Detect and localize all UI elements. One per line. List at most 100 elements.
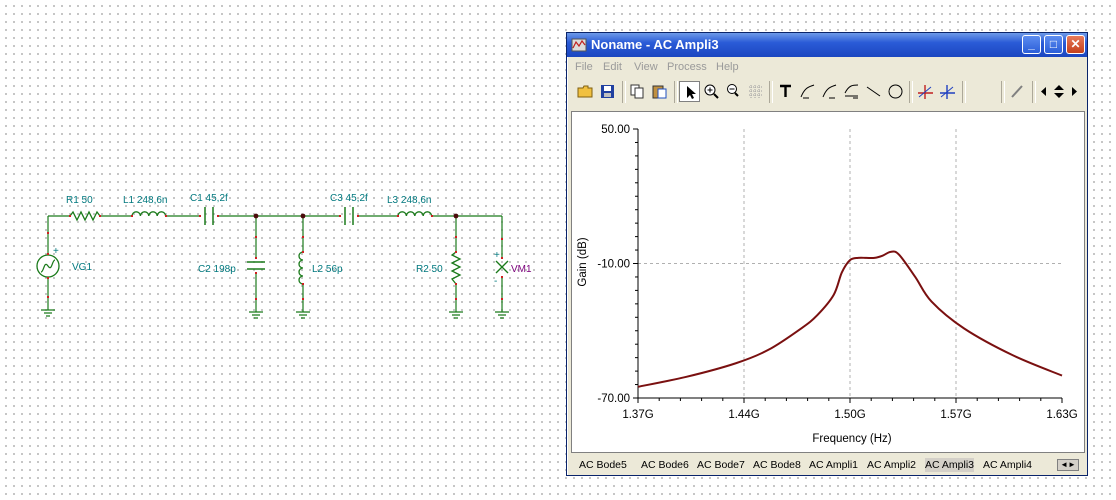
capacitor-c3 xyxy=(344,207,354,225)
menu-help[interactable]: Help xyxy=(716,61,739,73)
y-tick-label: -10.00 xyxy=(597,259,630,271)
tab-ac-bode5[interactable]: AC Bode5 xyxy=(579,458,627,472)
tab-ac-ampli1[interactable]: AC Ampli1 xyxy=(809,458,858,472)
resistor-r1 xyxy=(69,210,101,222)
circuit-schematic[interactable]: R1 50 L1 248,6n C1 45,2f C3 45,2f L3 248… xyxy=(0,0,560,500)
minimize-button[interactable]: _ xyxy=(1022,35,1041,54)
inductor-l2 xyxy=(298,251,304,285)
x-tick-label: 1.37G xyxy=(622,409,653,421)
line-tool-button[interactable] xyxy=(863,81,884,102)
y-tick-label: 50.00 xyxy=(601,124,630,136)
close-icon: ✕ xyxy=(1070,37,1081,51)
x-tick-label: 1.50G xyxy=(834,409,865,421)
label-vm1: VM1 xyxy=(511,264,532,275)
analysis-window: Noname - AC Ampli3 _ □ ✕ File Edit View … xyxy=(566,32,1088,476)
curve-tool-1-icon xyxy=(800,84,815,99)
capacitor-c1 xyxy=(204,207,214,225)
title-bar[interactable]: Noname - AC Ampli3 _ □ ✕ xyxy=(567,33,1087,57)
menu-bar: File Edit View Process Help xyxy=(567,57,1087,77)
copy-button[interactable] xyxy=(627,81,648,102)
curve-tool-1-button[interactable] xyxy=(797,81,818,102)
line-tool-icon xyxy=(866,86,881,97)
label-l2: L2 56p xyxy=(312,264,343,275)
curve-tool-3-icon xyxy=(844,84,859,99)
x-tick-label: 1.44G xyxy=(728,409,759,421)
open-button[interactable] xyxy=(575,81,596,102)
label-r2: R2 50 xyxy=(416,264,443,275)
x-tick-label: 1.63G xyxy=(1046,409,1077,421)
cursor-b-button[interactable] xyxy=(937,81,958,102)
zoom-100-icon xyxy=(727,84,739,97)
grid-button[interactable] xyxy=(745,81,766,102)
open-folder-icon xyxy=(577,85,593,98)
bode-plot[interactable]: -70.00 -10.00 50.00 1.37G 1.44G 1.50G 1.57G 1.6… xyxy=(571,111,1085,453)
pencil-button[interactable] xyxy=(1007,81,1028,102)
tab-ac-ampli3[interactable]: AC Ampli3 xyxy=(925,458,975,472)
chart-ticks: -70.00 -10.00 50.00 1.37G 1.44G 1.50G 1.57G 1.6… xyxy=(597,124,1077,421)
label-l3: L3 248,6n xyxy=(387,195,432,206)
tab-scroll-button[interactable]: ◄► xyxy=(1057,459,1079,471)
tab-scroll-icon: ◄► xyxy=(1060,460,1076,469)
minimize-icon: _ xyxy=(1028,37,1035,51)
label-plus-vm1: + xyxy=(494,250,500,261)
x-tick-label: 1.57G xyxy=(940,409,971,421)
toolbar xyxy=(571,79,1083,107)
curve-tool-2-button[interactable] xyxy=(819,81,840,102)
y-tick-label: -70.00 xyxy=(597,393,630,405)
menu-process[interactable]: Process xyxy=(667,61,707,73)
label-c3: C3 45,2f xyxy=(330,193,368,204)
nav-arrows-button[interactable] xyxy=(1037,81,1081,102)
tab-ac-ampli2[interactable]: AC Ampli2 xyxy=(867,458,916,472)
ground-symbols xyxy=(41,309,509,319)
label-plus-vg1: + xyxy=(53,246,59,257)
save-icon xyxy=(601,85,614,98)
maximize-button[interactable]: □ xyxy=(1044,35,1063,54)
circle-tool-icon xyxy=(888,84,903,99)
voltmeter-vm1 xyxy=(495,260,509,274)
pointer-icon xyxy=(687,86,696,99)
chart-series xyxy=(637,250,1063,388)
circle-tool-button[interactable] xyxy=(885,81,906,102)
close-button[interactable]: ✕ xyxy=(1066,35,1085,54)
pin-marks xyxy=(47,215,503,300)
paste-icon xyxy=(652,85,667,99)
tab-ac-bode6[interactable]: AC Bode6 xyxy=(641,458,689,472)
voltage-generator-vg1 xyxy=(36,254,60,278)
cursor-a-button[interactable] xyxy=(915,81,936,102)
arrows-icon xyxy=(1041,85,1077,98)
paste-button[interactable] xyxy=(649,81,670,102)
menu-file[interactable]: File xyxy=(575,61,593,73)
inductor-l3 xyxy=(397,211,433,217)
grid-icon xyxy=(749,85,762,98)
tab-ac-bode7[interactable]: AC Bode7 xyxy=(697,458,745,472)
gain-curve-series-0[interactable] xyxy=(637,250,1063,388)
window-title: Noname - AC Ampli3 xyxy=(591,37,719,52)
curve-tool-3-button[interactable] xyxy=(841,81,862,102)
y-axis-label: Gain (dB) xyxy=(577,237,589,286)
analysis-tabs: AC Bode5 AC Bode6 AC Bode7 AC Bode8 AC Ampli… xyxy=(571,457,1083,473)
label-l1: L1 248,6n xyxy=(123,195,168,206)
zoom-100-button[interactable] xyxy=(723,81,744,102)
chart-grid xyxy=(638,129,1062,398)
inductor-l1 xyxy=(131,211,167,217)
capacitor-c2 xyxy=(247,261,265,270)
label-vg1: VG1 xyxy=(72,262,92,273)
save-button[interactable] xyxy=(597,81,618,102)
resistor-r2 xyxy=(450,251,462,285)
text-tool-button[interactable] xyxy=(775,81,796,102)
gain-chart[interactable]: -70.00 -10.00 50.00 1.37G 1.44G 1.50G 1.57G 1.6… xyxy=(572,112,1084,452)
cursor-b-icon xyxy=(940,85,955,99)
curve-tool-2-icon xyxy=(822,84,837,99)
zoom-in-icon xyxy=(704,84,719,99)
tab-ac-bode8[interactable]: AC Bode8 xyxy=(753,458,801,472)
menu-view[interactable]: View xyxy=(634,61,658,73)
tab-ac-ampli4[interactable]: AC Ampli4 xyxy=(983,458,1032,472)
zoom-in-button[interactable] xyxy=(701,81,722,102)
app-icon xyxy=(571,38,587,52)
copy-icon xyxy=(630,84,644,99)
label-minus-vm1: - xyxy=(494,276,497,287)
menu-edit[interactable]: Edit xyxy=(603,61,622,73)
maximize-icon: □ xyxy=(1049,37,1058,51)
label-c1: C1 45,2f xyxy=(190,193,228,204)
pointer-button[interactable] xyxy=(679,81,700,102)
